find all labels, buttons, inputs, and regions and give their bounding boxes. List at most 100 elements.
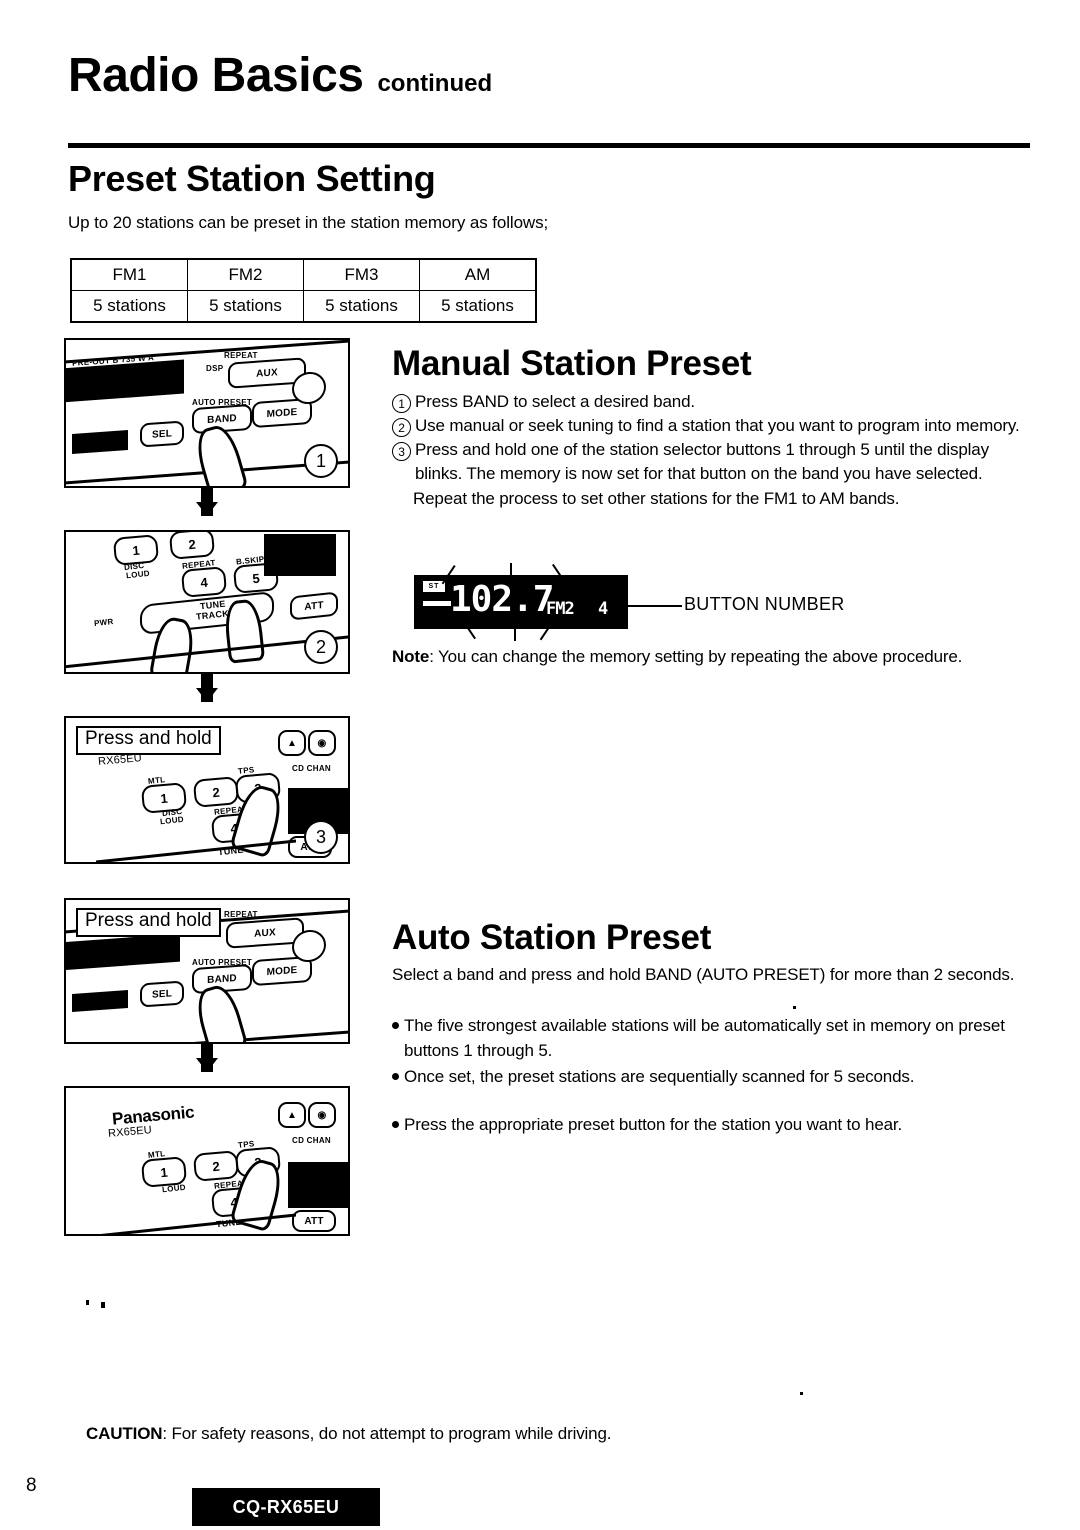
scan-artifact	[86, 1300, 89, 1305]
faceplate-label-cd-chan: CD CHAN	[292, 1136, 331, 1145]
table-cell-band: FM2	[187, 258, 304, 291]
step-item: 2 Use manual or seek tuning to find a st…	[392, 414, 1032, 438]
figure-step-badge: 2	[304, 630, 338, 664]
page-title-suffix: continued	[377, 70, 493, 97]
caution-label: CAUTION	[86, 1424, 163, 1443]
step-number: 2	[392, 418, 411, 438]
faceplate-button-eject: ▲	[278, 1102, 306, 1128]
preset-button-4: 4	[180, 566, 228, 598]
page-header: Radio Basics continued	[68, 52, 1028, 100]
figure-press-hold-preset-button: Press and hold RX65EU MTL 1 2 TPS 3 DISC…	[64, 716, 350, 864]
step-text: Use manual or seek tuning to find a stat…	[415, 416, 1020, 436]
arrow-down-icon	[196, 488, 218, 516]
step-continuation-text: Repeat the process to set other stations…	[413, 488, 900, 508]
list-item: The five strongest available stations wi…	[392, 1014, 1032, 1063]
figure-step-badge: 3	[304, 820, 338, 854]
preset-button-2: 2	[192, 1150, 240, 1182]
band-capacity-table: FM1 FM2 FM3 AM 5 stations 5 stations 5 s…	[70, 258, 537, 323]
bullet-dot-icon	[392, 1121, 399, 1128]
auto-preset-heading: Auto Station Preset	[392, 918, 712, 957]
callout-button-number-label: BUTTON NUMBER	[684, 594, 845, 614]
faceplate-label-loud: LOUD	[161, 1182, 187, 1195]
faceplate-label-cd-chan: CD CHAN	[292, 764, 331, 773]
model-badge: CQ-RX65EU	[192, 1488, 380, 1526]
faceplate-button-open: ◉	[308, 730, 336, 756]
step-text: Press and hold one of the station select…	[415, 440, 989, 484]
caution-notice: CAUTION: For safety reasons, do not atte…	[86, 1424, 612, 1444]
arrow-down-icon	[196, 1044, 218, 1072]
bullet-dot-icon	[392, 1073, 399, 1081]
header-divider	[68, 143, 1030, 148]
table-cell-band: FM1	[70, 258, 188, 291]
manual-preset-steps: 1 Press BAND to select a desired band. 2…	[392, 390, 1032, 511]
auto-preset-lead-text: Select a band and press and hold BAND (A…	[392, 965, 1015, 984]
lcd-display-figure: ST 102.7 FM2 4 BUTTON NUMBER	[392, 563, 1032, 641]
section-title: Preset Station Setting	[68, 158, 436, 199]
faceplate-button-att: ATT	[292, 1210, 336, 1232]
faceplate-model-label: RX65EU	[107, 1124, 153, 1140]
arrow-down-icon	[196, 674, 218, 702]
lcd-frequency-value: 102.7	[450, 579, 554, 620]
scan-artifact	[793, 1006, 796, 1009]
flow-arrow-down	[64, 488, 350, 530]
list-item: Once set, the preset stations are sequen…	[392, 1065, 1032, 1090]
table-row-bands: FM1 FM2 FM3 AM	[70, 258, 537, 291]
faceplate-label-dsp: DSP	[206, 364, 224, 373]
faceplate-button-open: ◉	[308, 1102, 336, 1128]
figure-step-badge: 1	[304, 444, 338, 478]
step-number: 3	[392, 442, 411, 462]
bullet-text: The five strongest available stations wi…	[404, 1016, 1005, 1060]
bullet-text: Press the appropriate preset button for …	[404, 1115, 903, 1134]
faceplate-button-eject: ▲	[278, 730, 306, 756]
note-label: Note	[392, 647, 430, 666]
lcd-dash-segment	[423, 601, 451, 606]
preset-button-2: 2	[192, 776, 240, 808]
flow-arrow-down	[64, 1044, 350, 1086]
faceplate-button-sel: SEL	[140, 980, 184, 1008]
callout-leader-line	[628, 605, 682, 607]
manual-preset-note: Note: You can change the memory setting …	[392, 645, 1032, 670]
section-intro: Up to 20 stations can be preset in the s…	[68, 213, 549, 232]
figure-press-band-button: PRE-OUT B 735 W A DSP REPEAT AUX AUTO PR…	[64, 338, 350, 488]
faceplate-button-att: ATT	[290, 591, 338, 621]
stereo-faceplate-illustration: Panasonic RX65EU MTL 1 2 TPS 3 LOUD REPE…	[66, 1088, 348, 1234]
table-cell-capacity: 5 stations	[419, 290, 537, 323]
manual-page: Radio Basics continued Preset Station Se…	[0, 0, 1080, 1530]
table-cell-band: FM3	[303, 258, 420, 291]
note-text: : You can change the memory setting by r…	[429, 647, 963, 666]
list-item: Press the appropriate preset button for …	[392, 1113, 1032, 1138]
faceplate-label-loud: LOUD	[159, 814, 185, 827]
faceplate-label-repeat: REPEAT	[224, 351, 258, 360]
press-and-hold-callout: Press and hold	[76, 726, 221, 755]
figure-press-hold-band-auto-preset: Press and hold REPEAT AUX AUTO PRESET BA…	[64, 898, 350, 1044]
lcd-button-number-value: 4	[598, 599, 609, 619]
faceplate-label-pwr: PWR	[93, 617, 114, 628]
preset-button-2: 2	[168, 532, 216, 560]
flow-spacer	[64, 864, 350, 898]
step-item: 3 Press and hold one of the station sele…	[392, 438, 1032, 486]
table-cell-capacity: 5 stations	[303, 290, 420, 323]
faceplate-label-loud: LOUD	[125, 568, 151, 581]
manual-preset-heading: Manual Station Preset	[392, 344, 752, 383]
faceplate-button-sel: SEL	[140, 420, 184, 448]
caution-text: : For safety reasons, do not attempt to …	[162, 1424, 612, 1443]
table-cell-band: AM	[419, 258, 537, 291]
bullet-text: Once set, the preset stations are sequen…	[404, 1067, 915, 1087]
faceplate-label-repeat: REPEAT	[224, 910, 258, 919]
illustration-column: PRE-OUT B 735 W A DSP REPEAT AUX AUTO PR…	[64, 338, 354, 1236]
lcd-screen: ST 102.7 FM2 4	[414, 575, 628, 629]
bullet-dot-icon	[392, 1022, 399, 1029]
page-number: 8	[26, 1475, 37, 1496]
lcd-band-value: FM2	[546, 599, 575, 619]
auto-preset-bullet-list: The five strongest available stations wi…	[392, 1014, 1032, 1090]
figure-press-preset-button-to-recall: Panasonic RX65EU MTL 1 2 TPS 3 LOUD REPE…	[64, 1086, 350, 1236]
step-number: 1	[392, 394, 411, 413]
scan-artifact	[101, 1302, 105, 1308]
scan-artifact	[800, 1392, 803, 1395]
table-cell-capacity: 5 stations	[187, 290, 304, 323]
page-title: Radio Basics	[68, 49, 364, 102]
table-row-capacities: 5 stations 5 stations 5 stations 5 stati…	[70, 290, 537, 323]
auto-preset-recall-note: Press the appropriate preset button for …	[392, 1113, 1032, 1138]
step-text: Press BAND to select a desired band.	[415, 392, 695, 411]
callout-hairline	[514, 623, 516, 641]
